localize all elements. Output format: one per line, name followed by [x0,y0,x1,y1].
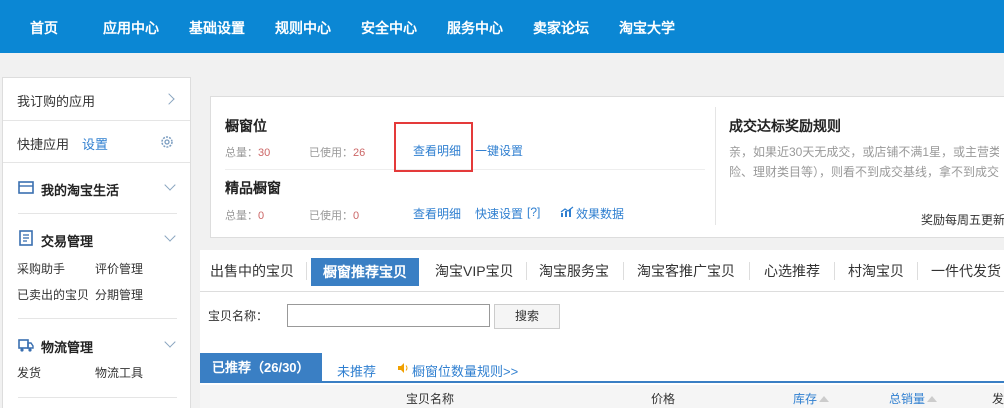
subtab-not-recommended[interactable]: 未推荐 [337,361,376,380]
column-header-stock[interactable]: 库存 [793,390,830,407]
item-name-search-input[interactable] [287,304,490,327]
window-used-value: 26 [353,147,366,159]
window-used-label: 已使用： [309,147,353,159]
sidebar-quick-apps-label: 快捷应用 [17,137,70,152]
column-header-total-sales-label: 总销量 [889,392,926,406]
sidebar-link-purchase-assistant[interactable]: 采购助手 [17,260,65,277]
nav-security-center[interactable]: 安全中心 [361,18,417,38]
column-header-total-sales[interactable]: 总销量 [889,390,938,407]
sidebar-link-logistics-tools[interactable]: 物流工具 [95,364,143,381]
nav-taobao-university[interactable]: 淘宝大学 [619,18,675,38]
reward-rules-description: 亲，如果近30天无成交，或店铺不满1星，或主营类 险、理财类目等），则看不到成交… [729,142,999,182]
boutique-view-detail-link[interactable]: 查看明细 [413,205,461,222]
boutique-used-label: 已使用： [309,210,353,222]
sidebar-link-installment-management[interactable]: 分期管理 [95,286,143,303]
divider [18,318,177,319]
document-icon [19,230,33,246]
sort-up-icon [819,396,830,402]
boutique-total-label: 总量： [225,210,258,222]
help-link[interactable]: [?] [527,205,540,219]
divider [18,397,177,398]
sidebar-quick-apps: 快捷应用 设置 [3,121,190,163]
divider [834,262,835,280]
nav-service-center[interactable]: 服务中心 [447,18,503,38]
nav-seller-forum[interactable]: 卖家论坛 [533,18,589,38]
sort-up-icon [927,396,938,402]
chevron-down-icon[interactable] [164,179,176,191]
window-slots-title: 橱窗位 [225,118,267,134]
boutique-window-title: 精品橱窗 [225,180,281,196]
divider [306,262,307,280]
column-header-stock-label: 库存 [793,392,818,406]
boutique-used-value: 0 [353,210,360,222]
section-title-taobao-life[interactable]: 我的淘宝生活 [41,180,119,199]
divider [917,262,918,280]
sidebar-link-ship[interactable]: 发货 [17,364,41,381]
wallet-icon [18,181,34,194]
speaker-icon [398,363,408,373]
divider [623,262,624,280]
divider [18,213,177,214]
section-title-logistics-management[interactable]: 物流管理 [41,337,93,356]
window-info-panel: 橱窗位 总量：30 已使用：26 查看明细 一键设置 精品橱窗 总量：0 已使用… [210,96,1004,238]
recommend-subtabs: 已推荐（26/30） 未推荐 橱窗位数量规则>> [200,353,1004,383]
divider [715,107,716,225]
nav-app-center[interactable]: 应用中心 [103,18,159,38]
divider [749,262,750,280]
sidebar-link-sold-items[interactable]: 已卖出的宝贝 [17,286,89,303]
highlight-box [394,122,473,172]
chevron-right-icon [163,93,175,105]
search-label: 宝贝名称： [208,309,269,323]
one-click-setup-link[interactable]: 一键设置 [475,142,523,159]
sidebar-settings-link[interactable]: 设置 [82,134,108,153]
quick-setup-link[interactable]: 快速设置 [475,205,523,222]
divider [526,262,527,280]
nav-rules-center[interactable]: 规则中心 [275,18,331,38]
window-rules-link[interactable]: 橱窗位数量规则>> [412,361,518,380]
sidebar-subscribed-apps[interactable]: 我订购的应用 [3,78,190,121]
sidebar-link-review-management[interactable]: 评价管理 [95,260,143,277]
chart-icon [560,206,574,217]
tab-dropship[interactable]: 一件代发货 [931,259,1001,283]
window-used-stat: 已使用：26 [309,144,365,160]
reward-update-note: 奖励每周五更新 [921,213,1004,227]
column-header-more: 发 [992,392,1004,406]
tab-taobaoke-items[interactable]: 淘宝客推广宝贝 [637,259,735,283]
window-total-value: 30 [258,147,271,159]
boutique-used-stat: 已使用：0 [309,207,359,223]
tab-vip-items[interactable]: 淘宝VIP宝贝 [435,259,514,283]
section-title-trade-management[interactable]: 交易管理 [41,231,93,250]
effect-data-link[interactable]: 效果数据 [576,205,624,222]
top-navigation-bar: 首页 应用中心 基础设置 规则中心 安全中心 服务中心 卖家论坛 淘宝大学 [0,0,1004,53]
subtab-recommended[interactable]: 已推荐（26/30） [200,353,322,383]
boutique-total-value: 0 [258,210,265,222]
chevron-down-icon[interactable] [164,230,176,242]
boutique-total-stat: 总量：0 [225,207,264,223]
tab-on-sale[interactable]: 出售中的宝贝 [210,259,294,283]
gear-icon[interactable] [160,135,174,149]
reward-rules-line: 亲，如果近30天无成交，或店铺不满1星，或主营类 [729,145,999,159]
table-header: 宝贝名称 价格 库存 总销量 发 [200,385,1004,408]
nav-home[interactable]: 首页 [30,18,58,38]
search-button[interactable]: 搜索 [494,304,560,329]
truck-icon [18,339,34,352]
tab-xinxuan-recommend[interactable]: 心选推荐 [764,259,820,283]
tab-window-recommended[interactable]: 橱窗推荐宝贝 [311,258,419,286]
window-total-label: 总量： [225,147,258,159]
tab-service-items[interactable]: 淘宝服务宝 [539,259,609,283]
sidebar-subscribed-label: 我订购的应用 [17,94,96,109]
reward-rules-title: 成交达标奖励规则 [729,118,841,134]
column-header-price: 价格 [651,392,676,406]
item-tabs: 出售中的宝贝 橱窗推荐宝贝 淘宝VIP宝贝 淘宝服务宝 淘宝客推广宝贝 心选推荐… [200,250,1004,292]
chevron-down-icon[interactable] [164,336,176,348]
tab-village-taobao[interactable]: 村淘宝贝 [848,259,904,283]
nav-basic-settings[interactable]: 基础设置 [189,18,245,38]
reward-rules-line: 险、理财类目等），则看不到成交基线，拿不到成交 [729,165,999,179]
column-header-item-name: 宝贝名称 [406,392,455,406]
window-total-stat: 总量：30 [225,144,270,160]
sidebar: 我订购的应用 快捷应用 设置 我的淘宝生活 交易管理 采购助手 评价管理 已卖出… [2,77,191,408]
